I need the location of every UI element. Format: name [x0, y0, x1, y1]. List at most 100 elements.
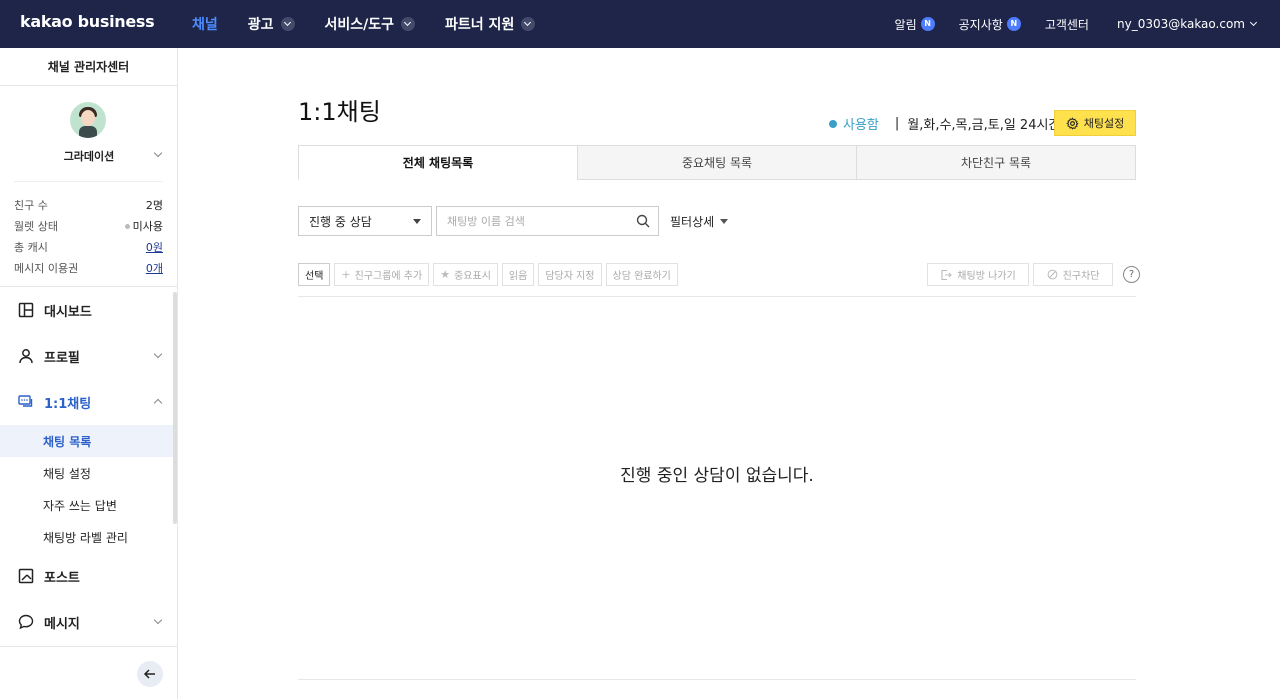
tab-all-chats[interactable]: 전체 채팅목록: [298, 145, 578, 180]
stat-value: 2명: [145, 198, 163, 212]
kakao-business-logo[interactable]: kakao business: [20, 12, 155, 31]
chatroom-search-input[interactable]: [437, 207, 627, 235]
sidebar-menu: 대시보드 프로필 1:1채팅 채팅 목록 채팅 설정 자주 쓰는 답변 채팅방 …: [0, 287, 177, 645]
channel-profile[interactable]: 그라데이션: [14, 86, 163, 182]
mark-important-button[interactable]: ★ 중요표시: [433, 263, 498, 286]
block-icon: [1047, 269, 1057, 280]
post-icon: [18, 568, 34, 584]
status-dot-icon: [124, 224, 130, 229]
sidebar-item-dashboard[interactable]: 대시보드: [0, 287, 177, 333]
top-navigation-bar: kakao business 채널 광고 서비스/도구 파트너 지원 알림 N 공…: [0, 0, 1280, 48]
nav-services-tools[interactable]: 서비스/도구: [325, 14, 416, 34]
status-separator: |: [894, 116, 900, 131]
select-button[interactable]: 선택: [298, 263, 331, 286]
sidebar-subitem-chat-labels[interactable]: 채팅방 라벨 관리: [0, 521, 177, 553]
caret-down-icon: [413, 219, 421, 224]
sidebar-scrollbar[interactable]: [173, 292, 177, 524]
nav-partner-support[interactable]: 파트너 지원: [445, 14, 536, 34]
tab-important-chats[interactable]: 중요채팅 목록: [577, 145, 857, 180]
button-label: 친구그룹에 추가: [354, 271, 423, 282]
chat-status: 사용함 | 월,화,수,목,금,토,일 24시간: [829, 114, 1060, 133]
page-title: 1:1채팅: [298, 98, 381, 126]
main-content: 1:1채팅 사용함 | 월,화,수,목,금,토,일 24시간 채팅설정 전체 채…: [178, 48, 1280, 699]
sidebar-item-label: 대시보드: [44, 304, 92, 320]
chevron-down-icon: [521, 17, 536, 31]
chat-settings-button[interactable]: 채팅설정: [1054, 110, 1136, 136]
detail-filter-label: 필터상세: [670, 215, 715, 229]
account-menu[interactable]: ny_0303@kakao.com: [1117, 17, 1258, 31]
nav-services-label: 서비스/도구: [324, 17, 395, 33]
sidebar-title: 채널 관리자센터: [0, 48, 177, 86]
sidebar-subitem-frequent-replies[interactable]: 자주 쓰는 답변: [0, 489, 177, 521]
sidebar-item-chat[interactable]: 1:1채팅: [0, 379, 177, 425]
divider: [0, 646, 178, 647]
stat-value-link[interactable]: 0원: [146, 239, 163, 255]
button-label: 중요표시: [454, 271, 491, 282]
nav-ads[interactable]: 광고: [248, 14, 295, 34]
exit-icon: [941, 269, 953, 280]
stat-value-wrap: 미사용: [124, 218, 163, 234]
sidebar: 채널 관리자센터 그라데이션 친구 수 2명 월렛 상태 미사용 총 캐시 0원 메시…: [0, 48, 178, 699]
complete-consultation-button[interactable]: 상담 완료하기: [605, 263, 678, 286]
notifications-label: 알림: [894, 17, 917, 32]
stat-label: 총 캐시: [14, 240, 48, 254]
sidebar-item-label: 메시지: [44, 616, 80, 632]
user-icon: [19, 349, 33, 364]
search-icon[interactable]: [636, 214, 650, 228]
chat-status-select[interactable]: 진행 중 상담: [298, 206, 432, 236]
stat-label: 월렛 상태: [14, 219, 58, 233]
nav-channel[interactable]: 채널: [192, 14, 218, 34]
detail-filter-toggle[interactable]: 필터상세: [670, 213, 729, 230]
chat-tabs: 전체 채팅목록 중요채팅 목록 차단친구 목록: [298, 145, 1136, 180]
stat-friends: 친구 수 2명: [14, 194, 163, 215]
sidebar-item-label: 포스트: [44, 570, 80, 586]
chevron-down-icon: [153, 349, 163, 359]
sidebar-item-message[interactable]: 메시지: [0, 599, 177, 645]
notifications-link[interactable]: 알림 N: [895, 16, 935, 33]
chat-action-toolbar: 선택 + 친구그룹에 추가 ★ 중요표시 읽음 담당자 지정 상담 완료하기: [298, 263, 682, 286]
chat-action-toolbar-right: 채팅방 나가기 친구차단 ?: [927, 263, 1140, 286]
block-friend-button[interactable]: 친구차단: [1033, 263, 1113, 286]
caret-down-icon: [720, 219, 729, 224]
speech-bubble-icon: [18, 614, 34, 630]
chevron-down-icon: [153, 615, 163, 625]
button-label: 채팅방 나가기: [957, 271, 1016, 282]
status-state: 사용함: [843, 118, 879, 133]
assign-manager-button[interactable]: 담당자 지정: [538, 263, 602, 286]
sidebar-item-post[interactable]: 포스트: [0, 553, 177, 599]
chevron-up-icon: [153, 398, 163, 408]
tab-blocked-friends[interactable]: 차단친구 목록: [856, 145, 1136, 180]
collapse-sidebar-button[interactable]: [137, 661, 163, 687]
header-right-menu: 알림 N 공지사항 N 고객센터 ny_0303@kakao.com: [871, 0, 1258, 48]
new-badge: N: [920, 17, 935, 31]
leave-chatroom-button[interactable]: 채팅방 나가기: [927, 263, 1029, 286]
chat-icon: [18, 395, 33, 407]
divider: [298, 296, 1136, 297]
chevron-down-icon: [280, 17, 295, 31]
stat-wallet: 월렛 상태 미사용: [14, 215, 163, 236]
channel-name: 그라데이션: [63, 150, 115, 163]
sidebar-subitem-chat-list[interactable]: 채팅 목록: [0, 425, 177, 457]
chevron-down-icon: [1249, 18, 1258, 27]
gear-icon: [1066, 116, 1079, 130]
mark-read-button[interactable]: 읽음: [501, 263, 535, 286]
chat-settings-label: 채팅설정: [1083, 117, 1125, 130]
support-link[interactable]: 고객센터: [1045, 16, 1089, 33]
stat-cash: 총 캐시 0원: [14, 236, 163, 257]
sidebar-item-profile[interactable]: 프로필: [0, 333, 177, 379]
star-icon: ★: [440, 268, 451, 281]
sidebar-subitem-chat-settings[interactable]: 채팅 설정: [0, 457, 177, 489]
sidebar-item-label: 1:1채팅: [44, 396, 92, 412]
stat-message-voucher: 메시지 이용권 0개: [14, 257, 163, 278]
arrow-left-icon: [143, 669, 155, 679]
notices-link[interactable]: 공지사항 N: [959, 16, 1021, 33]
stat-label: 메시지 이용권: [14, 261, 79, 275]
select-value: 진행 중 상담: [309, 214, 372, 229]
plus-icon: +: [341, 268, 351, 281]
add-to-friend-group-button[interactable]: + 친구그룹에 추가: [334, 263, 430, 286]
stat-value-link[interactable]: 0개: [146, 260, 163, 276]
help-icon[interactable]: ?: [1123, 266, 1140, 283]
empty-state-message: 진행 중인 상담이 없습니다.: [620, 466, 814, 486]
stat-value: 미사용: [132, 219, 163, 233]
nav-partner-label: 파트너 지원: [445, 17, 515, 33]
